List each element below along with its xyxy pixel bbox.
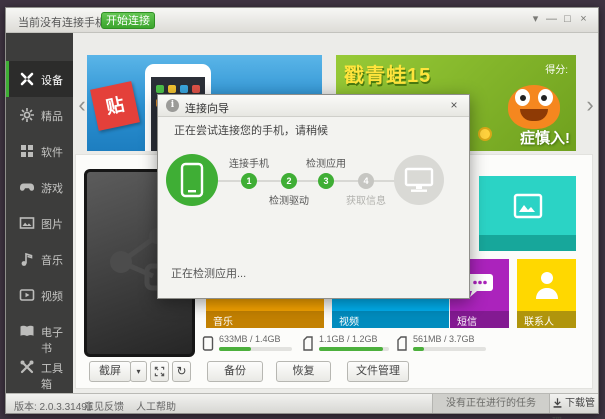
carousel-next-arrow[interactable]: › bbox=[583, 93, 597, 119]
storage-progress bbox=[319, 347, 383, 351]
monitor-icon bbox=[403, 166, 435, 194]
step-label-driver: 检测驱动 bbox=[257, 192, 321, 207]
banner-tag: 贴 bbox=[90, 81, 140, 131]
step-4-badge: 4 bbox=[358, 173, 374, 189]
sdcard-icon bbox=[302, 336, 314, 351]
storage-progress bbox=[219, 347, 251, 351]
maximize-icon[interactable]: □ bbox=[561, 12, 574, 26]
menu-icon[interactable]: ▾ bbox=[529, 12, 542, 26]
sidebar-item-ebooks[interactable]: 电子书 bbox=[6, 313, 73, 349]
version-label: 版本: 2.0.3.31491 bbox=[14, 398, 92, 413]
info-icon: i bbox=[166, 99, 179, 112]
screenshot-button[interactable]: 截屏 bbox=[89, 361, 131, 382]
sidebar-item-software[interactable]: 软件 bbox=[6, 133, 73, 169]
feedback-link[interactable]: 意见反馈 bbox=[84, 398, 124, 413]
start-connect-button[interactable]: 开始连接 bbox=[101, 12, 155, 29]
frog-graphic bbox=[508, 85, 560, 129]
storage-text: 633MB / 1.4GB bbox=[219, 334, 281, 344]
window-controls: ▾ — □ × bbox=[529, 12, 590, 26]
music-note-icon bbox=[19, 251, 35, 267]
sparkle-icon bbox=[19, 107, 35, 123]
download-manager-button[interactable]: 下载管理 bbox=[552, 394, 598, 413]
banner-score-label: 得分: bbox=[545, 61, 568, 76]
tile-contacts[interactable]: 联系人 bbox=[517, 259, 576, 328]
sidebar-item-boutique[interactable]: 精品 bbox=[6, 97, 73, 133]
download-icon bbox=[552, 397, 563, 409]
wizard-computer-node bbox=[394, 155, 444, 205]
book-icon bbox=[19, 323, 35, 339]
expand-icon bbox=[154, 366, 165, 377]
file-manager-button[interactable]: 文件管理 bbox=[347, 361, 409, 382]
close-icon[interactable]: × bbox=[577, 12, 590, 26]
apps-grid-icon bbox=[19, 143, 35, 159]
dialog-status-text: 正在检测应用... bbox=[171, 265, 246, 281]
tools-icon bbox=[19, 359, 35, 375]
sidebar-item-device[interactable]: 设备 bbox=[6, 61, 73, 97]
storage-text: 1.1GB / 1.2GB bbox=[319, 334, 378, 344]
dialog-message: 正在尝试连接您的手机，请稍候 bbox=[174, 122, 328, 138]
tile-label: 联系人 bbox=[524, 313, 554, 328]
carousel-prev-arrow[interactable]: ‹ bbox=[75, 93, 89, 119]
sidebar-item-music[interactable]: 音乐 bbox=[6, 241, 73, 277]
tile-pictures[interactable] bbox=[479, 176, 576, 251]
screenshot-dropdown-button[interactable]: ▾ bbox=[130, 361, 147, 382]
fullscreen-button[interactable] bbox=[150, 361, 169, 382]
sidebar-item-pictures[interactable]: 图片 bbox=[6, 205, 73, 241]
sidebar-item-games[interactable]: 游戏 bbox=[6, 169, 73, 205]
step-label-connect: 连接手机 bbox=[217, 155, 281, 170]
step-label-info: 获取信息 bbox=[334, 192, 398, 207]
wizard-phone-node bbox=[166, 154, 218, 206]
picture-icon bbox=[513, 193, 543, 219]
restore-button[interactable]: 恢复 bbox=[276, 361, 331, 382]
dialog-title: 连接向导 bbox=[185, 100, 229, 116]
tile-label: 视频 bbox=[339, 313, 359, 328]
sdcard-icon bbox=[396, 336, 408, 351]
status-bar: 版本: 2.0.3.31491 意见反馈 人工帮助 没有正在进行的任务 下载管理 bbox=[6, 393, 598, 413]
phone-icon bbox=[179, 162, 205, 198]
person-icon bbox=[532, 269, 562, 301]
tasks-status: 没有正在进行的任务 bbox=[432, 394, 550, 413]
phone-storage-icon bbox=[202, 336, 214, 351]
refresh-button[interactable]: ↻ bbox=[172, 361, 191, 382]
step-3-badge: 3 bbox=[318, 173, 334, 189]
sidebar-item-video[interactable]: 视频 bbox=[6, 277, 73, 313]
backup-button[interactable]: 备份 bbox=[207, 361, 263, 382]
step-2-badge: 2 bbox=[281, 173, 297, 189]
connection-wizard-dialog: i 连接向导 × 正在尝试连接您的手机，请稍候 连接手机 检测驱动 检测应用 获… bbox=[157, 94, 470, 299]
gamepad-icon bbox=[19, 179, 35, 195]
refresh-icon: ↻ bbox=[176, 364, 186, 378]
tile-label: 音乐 bbox=[213, 313, 233, 328]
picture-icon bbox=[19, 215, 35, 231]
dialog-close-icon[interactable]: × bbox=[447, 98, 461, 112]
video-icon bbox=[19, 287, 35, 303]
sidebar: 设备 精品 软件 游戏 图片 音乐 视频 电子书 bbox=[6, 33, 73, 393]
storage-progress bbox=[413, 347, 424, 351]
help-link[interactable]: 人工帮助 bbox=[136, 398, 176, 413]
connection-status-text: 当前没有连接手机 bbox=[18, 17, 106, 29]
sidebar-item-toolbox[interactable]: 工具箱 bbox=[6, 349, 73, 385]
dialog-header[interactable]: i 连接向导 × bbox=[158, 95, 469, 117]
tile-label: 短信 bbox=[457, 313, 477, 328]
step-1-badge: 1 bbox=[241, 173, 257, 189]
step-label-app: 检测应用 bbox=[294, 155, 358, 170]
banner-caption: 症慎入! bbox=[520, 127, 570, 148]
title-bar: 当前没有连接手机▼ 开始连接 ▾ — □ × bbox=[6, 8, 598, 33]
banner-game-title: 戳青蛙15 bbox=[344, 59, 431, 88]
app-window: 当前没有连接手机▼ 开始连接 ▾ — □ × 设备 精品 软件 游戏 bbox=[5, 7, 599, 414]
device-logo-icon bbox=[19, 71, 35, 87]
storage-text: 561MB / 3.7GB bbox=[413, 334, 475, 344]
coin-graphic bbox=[478, 127, 492, 141]
minimize-icon[interactable]: — bbox=[545, 12, 558, 26]
